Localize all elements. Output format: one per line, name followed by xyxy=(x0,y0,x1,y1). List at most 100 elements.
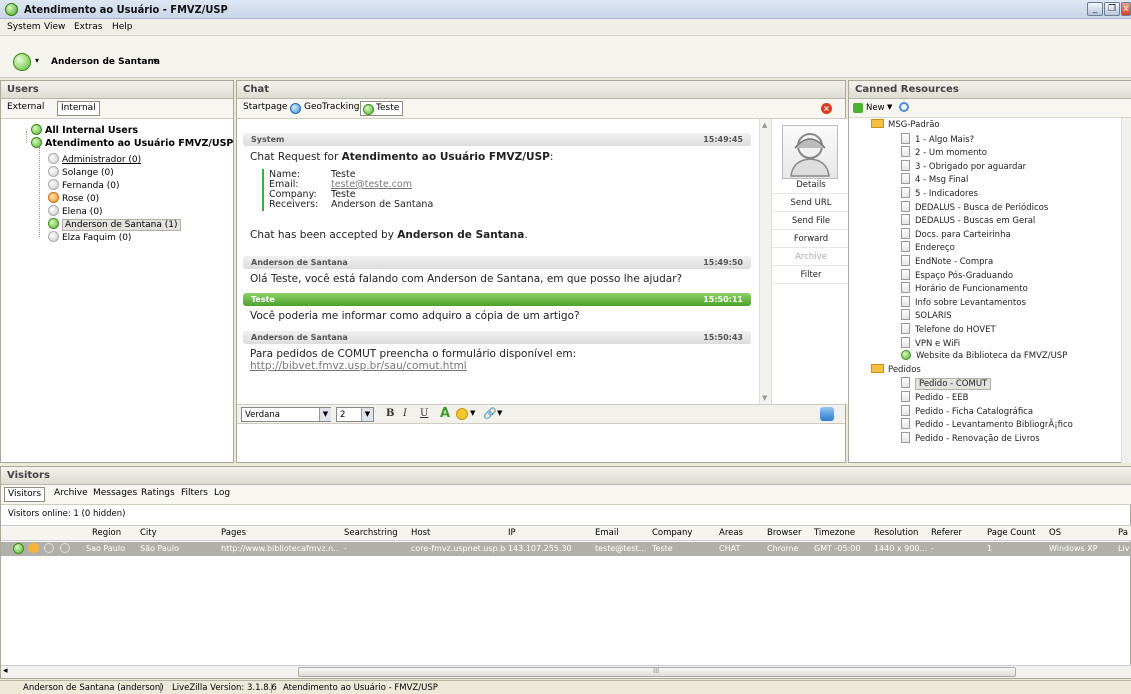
italic-button[interactable]: I xyxy=(403,408,407,419)
status-online-icon[interactable] xyxy=(13,53,31,71)
canned-item[interactable]: Pedido - Ficha Catalográfica xyxy=(901,404,1033,417)
scroll-left-icon[interactable]: ◂ xyxy=(3,666,8,676)
details-button[interactable]: Details xyxy=(772,177,850,194)
message-input[interactable] xyxy=(237,424,845,462)
column-header[interactable]: IP xyxy=(508,528,516,538)
canned-item[interactable]: DEDALUS - Busca de Periódicos xyxy=(901,200,1048,213)
menu-extras[interactable]: Extras xyxy=(74,22,102,32)
column-header[interactable]: City xyxy=(140,528,157,538)
underline-button[interactable]: U xyxy=(420,408,428,419)
filter-button[interactable]: Filter xyxy=(772,267,850,284)
current-user-name[interactable]: Anderson de Santana xyxy=(51,57,160,67)
status-dropdown-icon[interactable]: ▾ xyxy=(35,56,39,65)
user-item[interactable]: Rose (0) xyxy=(48,192,99,204)
close-button[interactable]: x xyxy=(1121,2,1131,16)
restore-button[interactable]: ❐ xyxy=(1104,2,1120,16)
tab-internal[interactable]: Internal xyxy=(57,101,100,116)
column-header[interactable]: Areas xyxy=(719,528,743,538)
canned-item[interactable]: Pedido - Levantamento BibliogrÃ¡fico xyxy=(901,418,1073,430)
bold-button[interactable]: B xyxy=(386,408,394,419)
column-header[interactable]: Region xyxy=(92,528,121,538)
tab-messages[interactable]: Messages xyxy=(90,487,140,502)
send-url-button[interactable]: Send URL xyxy=(772,195,850,212)
chevron-down-icon[interactable]: ▼ xyxy=(887,103,892,111)
canned-item[interactable]: Horário de Funcionamento xyxy=(901,282,1028,294)
canned-item[interactable]: Endereço xyxy=(901,241,955,253)
canned-item[interactable]: Docs. para Carteirinha xyxy=(901,227,1011,240)
canned-item[interactable]: Website da Biblioteca da FMVZ/USP xyxy=(901,350,1067,361)
minimize-button[interactable]: _ xyxy=(1087,2,1103,16)
column-header[interactable]: Email xyxy=(595,528,619,538)
archive-button[interactable]: Archive xyxy=(772,249,850,266)
transcript-scrollbar[interactable]: ▲ ▼ xyxy=(759,119,771,404)
font-color-icon[interactable]: A xyxy=(440,406,450,421)
canned-item[interactable]: Pedido - Renovação de Livros xyxy=(901,431,1040,444)
smiley-icon[interactable] xyxy=(456,408,468,420)
canned-item[interactable]: VPN e WiFi xyxy=(901,336,960,349)
add-icon[interactable] xyxy=(853,103,863,113)
scroll-down-icon[interactable]: ▼ xyxy=(762,394,767,402)
column-header[interactable]: Referer xyxy=(931,528,962,538)
send-icon[interactable] xyxy=(820,407,834,421)
scroll-up-icon[interactable]: ▲ xyxy=(762,121,767,129)
font-select[interactable]: Verdana ▼ xyxy=(241,407,331,422)
size-select[interactable]: 2 ▼ xyxy=(336,407,374,422)
user-item[interactable]: Administrador (0) xyxy=(48,153,141,165)
tab-external[interactable]: External xyxy=(4,101,47,116)
tab-log[interactable]: Log xyxy=(211,487,233,502)
canned-item[interactable]: 2 - Um momento xyxy=(901,146,987,158)
menu-system[interactable]: System xyxy=(7,22,41,32)
column-header[interactable]: OS xyxy=(1049,528,1061,538)
column-header[interactable]: Pages xyxy=(221,528,246,538)
column-header[interactable]: Host xyxy=(411,528,430,538)
tree-group[interactable]: Atendimento ao Usuário FMVZ/USP xyxy=(31,137,233,149)
visitors-scrollbar[interactable]: ◂ III xyxy=(1,665,1131,678)
tab-geotracking[interactable]: GeoTracking xyxy=(301,101,363,116)
close-chat-icon[interactable]: × xyxy=(821,103,832,114)
column-header[interactable]: Searchstring xyxy=(344,528,398,538)
canned-item[interactable]: 1 - Algo Mais? xyxy=(901,132,974,145)
canned-item[interactable]: Espaço Pós-Graduando xyxy=(901,268,1013,281)
canned-item[interactable]: 4 - Msg Final xyxy=(901,173,968,185)
user-item[interactable]: Elena (0) xyxy=(48,205,103,217)
column-header[interactable]: Resolution xyxy=(874,528,918,538)
tab-teste[interactable]: Teste xyxy=(360,101,404,116)
canned-scrollbar[interactable] xyxy=(1121,118,1131,463)
canned-item[interactable]: 5 - Indicadores xyxy=(901,187,978,199)
tab-archive[interactable]: Archive xyxy=(51,487,91,502)
canned-item[interactable]: EndNote - Compra xyxy=(901,255,993,267)
user-item[interactable]: Solange (0) xyxy=(48,166,114,178)
tab-filters[interactable]: Filters xyxy=(178,487,211,502)
tab-ratings[interactable]: Ratings xyxy=(138,487,178,502)
new-button[interactable]: New xyxy=(866,103,885,113)
menu-view[interactable]: View xyxy=(44,22,65,32)
canned-item[interactable]: DEDALUS - Buscas em Geral xyxy=(901,214,1035,226)
chevron-down-icon[interactable]: ▼ xyxy=(470,409,475,417)
menu-help[interactable]: Help xyxy=(112,22,133,32)
canned-item[interactable]: MSG-Padrão xyxy=(871,119,940,130)
column-header[interactable]: Page Count xyxy=(987,528,1036,538)
tab-startpage[interactable]: Startpage xyxy=(240,101,290,116)
column-header[interactable]: Browser xyxy=(767,528,801,538)
user-item[interactable]: Fernanda (0) xyxy=(48,179,120,191)
column-header[interactable]: Company xyxy=(652,528,692,538)
canned-item[interactable]: Telefone do HOVET xyxy=(901,323,996,335)
user-item-selected[interactable]: Anderson de Santana (1) xyxy=(48,218,181,231)
canned-item[interactable]: SOLARIS xyxy=(901,309,952,321)
chevron-down-icon[interactable]: ▼ xyxy=(497,409,502,417)
user-dropdown-icon[interactable]: ▾ xyxy=(153,56,157,65)
column-header[interactable]: Timezone xyxy=(814,528,855,538)
tab-visitors[interactable]: Visitors xyxy=(4,487,46,502)
search-icon[interactable] xyxy=(899,102,909,112)
column-header[interactable]: Pa xyxy=(1118,528,1128,538)
canned-item[interactable]: Info sobre Levantamentos xyxy=(901,295,1026,308)
visitor-row[interactable]: Sao Paulo São Paulo http://www.bibliotec… xyxy=(1,542,1131,556)
tree-root[interactable]: All Internal Users xyxy=(31,124,138,136)
canned-item[interactable]: 3 - Obrigado por aguardar xyxy=(901,159,1026,172)
scroll-thumb[interactable]: III xyxy=(298,667,1016,677)
canned-item[interactable]: Pedidos xyxy=(871,363,921,375)
canned-item[interactable]: Pedido - COMUT xyxy=(901,377,992,391)
link-icon[interactable]: 🔗 xyxy=(483,407,497,420)
canned-item[interactable]: Pedido - EEB xyxy=(901,391,968,403)
message-link[interactable]: http://bibvet.fmvz.usp.br/sau/comut.html xyxy=(250,360,467,372)
